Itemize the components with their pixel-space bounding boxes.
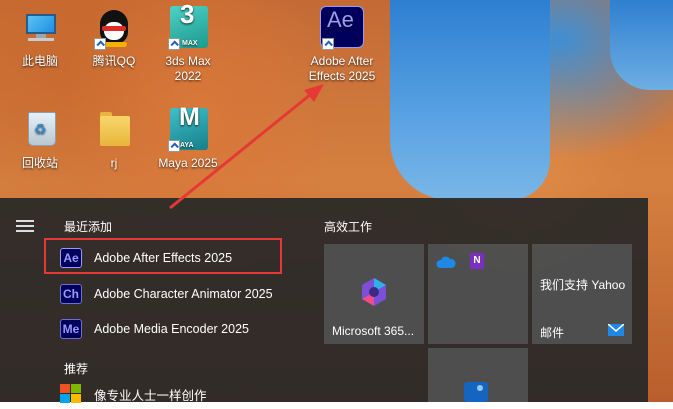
recommended-section-title: 推荐 [64, 362, 89, 376]
desktop-icon-recycle-bin[interactable]: ♻ 回收站 [4, 108, 76, 171]
tile-label: 我们支持 Yahoo [540, 278, 626, 292]
sky-area-right [610, 0, 673, 90]
shortcut-arrow-icon [168, 140, 180, 152]
desktop-icon-3dsmax[interactable]: 3 MAX 3ds Max 2022 [152, 0, 224, 84]
app-label: Adobe Character Animator 2025 [94, 287, 273, 301]
hamburger-menu-icon[interactable] [16, 220, 34, 234]
desktop-icon-label: 回收站 [21, 156, 58, 170]
desktop-icon-label: Adobe After Effects 2025 [308, 54, 376, 83]
desktop-icon-label: Maya 2025 [158, 156, 218, 170]
tile-mail[interactable]: 我们支持 Yahoo 邮件 [532, 244, 632, 344]
onenote-icon: N [470, 253, 484, 269]
app-after-effects[interactable]: Ae Adobe After Effects 2025 [60, 243, 310, 273]
shortcut-arrow-icon [94, 38, 106, 50]
desktop-icon-label: 此电脑 [21, 54, 58, 68]
microsoft-office-icon [60, 384, 82, 404]
after-effects-icon: Ae [320, 6, 364, 50]
recycle-bin-icon: ♻ [18, 108, 62, 152]
recent-section-title: 最近添加 [64, 220, 113, 234]
shortcut-arrow-icon [168, 38, 180, 50]
3dsmax-badge-text: MAX [182, 40, 198, 47]
tile-sublabel: 邮件 [540, 326, 565, 340]
3dsmax-icon: 3 MAX [166, 0, 210, 50]
3dsmax-badge-number: 3 [180, 0, 195, 29]
media-encoder-icon: Me [60, 319, 82, 339]
app-label: Adobe Media Encoder 2025 [94, 322, 249, 336]
desktop-icon-label: rj [110, 156, 118, 170]
app-media-encoder[interactable]: Me Adobe Media Encoder 2025 [60, 314, 310, 344]
desktop-icon-maya[interactable]: M AYA Maya 2025 [152, 103, 224, 171]
computer-icon [18, 6, 62, 50]
desktop-icon-after-effects[interactable]: Ae Adobe After Effects 2025 [300, 6, 384, 84]
sky-area [390, 0, 550, 200]
tile-label: Microsoft 365... [332, 324, 415, 338]
mail-icon [608, 324, 624, 336]
microsoft-365-icon [362, 278, 386, 306]
start-menu: 最近添加 Ae Adobe After Effects 2025 Ch Adob… [0, 198, 648, 403]
app-character-animator[interactable]: Ch Adobe Character Animator 2025 [60, 279, 310, 309]
pinned-section-title: 高效工作 [324, 220, 373, 234]
tile-microsoft-365[interactable]: Microsoft 365... [324, 244, 424, 344]
desktop-icon-label: 腾讯QQ [92, 54, 136, 68]
folder-icon [92, 108, 136, 152]
maya-badge-number: M [179, 103, 200, 131]
ae-badge-text: Ae [327, 7, 354, 32]
photos-icon [464, 382, 488, 402]
maya-icon: M AYA [166, 103, 210, 152]
qq-icon [92, 6, 136, 50]
shortcut-arrow-icon [322, 38, 334, 50]
tile-photos[interactable] [428, 348, 528, 402]
onedrive-icon [436, 256, 456, 268]
desktop-icon-folder-rj[interactable]: rj [78, 108, 150, 171]
tile-onedrive-onenote[interactable]: N [428, 244, 528, 344]
app-label: 像专业人士一样创作 [94, 388, 207, 403]
after-effects-icon: Ae [60, 248, 82, 268]
desktop-icon-this-pc[interactable]: 此电脑 [4, 6, 76, 69]
desktop-icon-label: 3ds Max 2022 [165, 54, 211, 83]
character-animator-icon: Ch [60, 284, 82, 304]
app-label: Adobe After Effects 2025 [94, 251, 233, 265]
maya-badge-text: AYA [180, 142, 194, 149]
desktop-icon-qq[interactable]: 腾讯QQ [78, 6, 150, 69]
app-office-create[interactable]: 像专业人士一样创作 [60, 379, 310, 409]
